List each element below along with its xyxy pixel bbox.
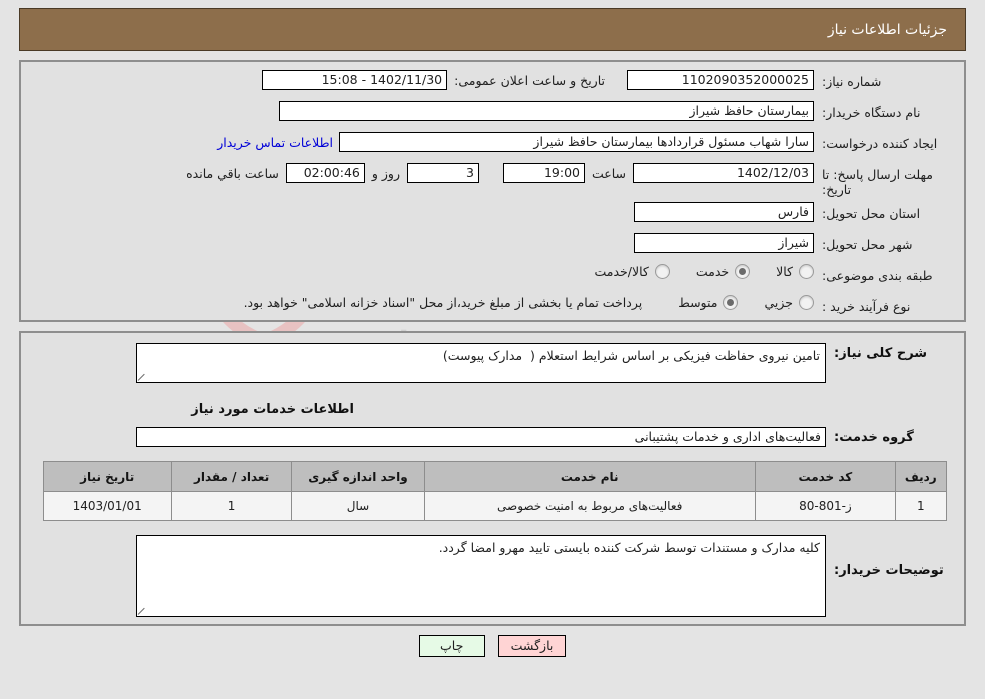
process-option-label: جزیي xyxy=(764,295,793,310)
creator-input[interactable] xyxy=(339,132,814,152)
process-option-label: متوسط xyxy=(678,295,718,310)
row-province: استان محل تحویل: xyxy=(31,202,954,228)
page-root: جزئیات اطلاعات نیاز شماره نیاز: تاریخ و … xyxy=(0,8,985,657)
cell-service-code: ز-801-80 xyxy=(754,491,897,521)
cell-unit: سال xyxy=(291,491,425,521)
services-section-title: اطلاعات خدمات مورد نیاز xyxy=(191,402,354,417)
th-unit: واحد اندازه گیری xyxy=(291,461,425,492)
need-info-panel: شماره نیاز: تاریخ و ساعت اعلان عمومی: نا… xyxy=(19,60,966,322)
province-label: استان محل تحویل: xyxy=(822,206,921,221)
cell-service-name: فعالیت‌های مربوط به امنیت خصوصی xyxy=(423,491,756,521)
category-radio-group: کالا خدمت کالا/خدمت xyxy=(568,264,814,279)
category-radio-khedmat[interactable]: خدمت xyxy=(695,264,751,279)
process-radio-jozei[interactable]: جزیي xyxy=(764,295,814,310)
buyer-contact-link[interactable]: اطلاعات تماس خریدار xyxy=(211,135,339,150)
th-radif: ردیف xyxy=(895,461,947,492)
buyer-remarks-label: توضیحات خریدار: xyxy=(834,563,944,578)
purchase-process-radio-group: جزیي متوسط xyxy=(652,295,814,310)
table-header-row: ردیف کد خدمت نام خدمت واحد اندازه گیری ت… xyxy=(42,461,947,492)
service-group-input[interactable] xyxy=(136,427,826,447)
summary-field-wrap: تامین نیروی حفاظت فیزیکی بر اساس شرایط ا… xyxy=(136,343,826,386)
th-service-code: کد خدمت xyxy=(754,461,897,492)
radio-selected-icon[interactable] xyxy=(735,264,751,279)
summary-label: شرح کلی نیاز: xyxy=(834,346,928,361)
category-radio-kala-khedmat[interactable]: کالا/خدمت xyxy=(594,264,670,279)
back-button[interactable]: بازگشت xyxy=(497,635,567,657)
row-summary: شرح کلی نیاز: تامین نیروی حفاظت فیزیکی ب… xyxy=(31,343,954,386)
deadline-label: مهلت ارسال پاسخ: تا تاریخ: xyxy=(822,167,933,197)
row-purchase-process: نوع فرآیند خرید : جزیي متوسط پرداخت تمام… xyxy=(31,295,954,321)
remaining-days-label: روز و xyxy=(371,165,400,181)
radio-selected-icon[interactable] xyxy=(723,295,739,310)
buyer-remarks-field-wrap: کلیه مدارک و مستندات توسط شرکت کننده بای… xyxy=(136,535,826,620)
row-buyer-remarks: توضیحات خریدار: کلیه مدارک و مستندات توس… xyxy=(31,535,954,620)
buyer-remarks-textarea[interactable]: کلیه مدارک و مستندات توسط شرکت کننده بای… xyxy=(136,535,826,617)
category-option-label: کالا/خدمت xyxy=(594,264,649,279)
items-table-wrap: ردیف کد خدمت نام خدمت واحد اندازه گیری ت… xyxy=(35,461,954,521)
category-option-label: خدمت xyxy=(695,264,730,279)
radio-icon[interactable] xyxy=(799,295,814,310)
row-service-group: گروه خدمت: xyxy=(31,427,954,447)
cell-quantity: 1 xyxy=(170,491,293,521)
purchase-process-label: نوع فرآیند خرید : xyxy=(822,299,911,314)
need-details-panel: شرح کلی نیاز: تامین نیروی حفاظت فیزیکی ب… xyxy=(19,331,966,626)
category-label: طبقه بندی موضوعی: xyxy=(822,268,933,283)
th-service-name: نام خدمت xyxy=(423,461,756,492)
buyer-org-input[interactable] xyxy=(279,101,814,121)
city-input[interactable] xyxy=(634,233,814,253)
row-need-number: شماره نیاز: تاریخ و ساعت اعلان عمومی: xyxy=(31,70,954,96)
row-deadline: مهلت ارسال پاسخ: تا تاریخ: ساعت روز و سا… xyxy=(31,163,954,197)
category-option-label: کالا xyxy=(776,264,793,279)
province-input[interactable] xyxy=(634,202,814,222)
process-radio-motavaset[interactable]: متوسط xyxy=(678,295,739,310)
radio-icon[interactable] xyxy=(654,264,670,279)
th-quantity: تعداد / مقدار xyxy=(170,461,293,492)
items-table: ردیف کد خدمت نام خدمت واحد اندازه گیری ت… xyxy=(42,461,947,521)
th-need-date: تاریخ نیاز xyxy=(42,461,172,492)
need-number-label: شماره نیاز: xyxy=(822,74,882,89)
cell-need-date: 1403/01/01 xyxy=(42,491,172,521)
remaining-days-input[interactable] xyxy=(406,163,479,183)
countdown-input[interactable] xyxy=(285,163,365,183)
deadline-time-label: ساعت xyxy=(591,165,626,181)
countdown-label: ساعت باقي مانده xyxy=(186,165,279,181)
print-button[interactable]: چاپ xyxy=(418,635,485,657)
buyer-org-label: نام دستگاه خریدار: xyxy=(822,105,921,120)
purchase-process-note: پرداخت تمام یا بخشی از مبلغ خرید،از محل … xyxy=(243,295,643,310)
publish-datetime-input[interactable] xyxy=(262,70,448,90)
cell-radif: 1 xyxy=(895,491,947,521)
radio-icon[interactable] xyxy=(799,264,814,279)
footer-actions: بازگشت چاپ xyxy=(0,635,985,657)
row-creator: ایجاد کننده درخواست: اطلاعات تماس خریدار xyxy=(31,132,954,158)
service-group-label: گروه خدمت: xyxy=(834,430,914,445)
page-title: جزئیات اطلاعات نیاز xyxy=(827,21,947,38)
publish-datetime-label: تاریخ و ساعت اعلان عمومی: xyxy=(454,72,605,88)
creator-label: ایجاد کننده درخواست: xyxy=(822,136,938,151)
category-radio-kala[interactable]: کالا xyxy=(776,264,814,279)
city-label: شهر محل تحویل: xyxy=(822,237,913,252)
row-city: شهر محل تحویل: xyxy=(31,233,954,259)
deadline-date-input[interactable] xyxy=(633,163,814,183)
deadline-time-input[interactable] xyxy=(502,163,585,183)
need-number-input[interactable] xyxy=(627,70,814,90)
table-row: 1 ز-801-80 فعالیت‌های مربوط به امنیت خصو… xyxy=(42,491,947,521)
row-buyer-org: نام دستگاه خریدار: xyxy=(31,101,954,127)
summary-textarea[interactable]: تامین نیروی حفاظت فیزیکی بر اساس شرایط ا… xyxy=(136,343,826,383)
page-title-bar: جزئیات اطلاعات نیاز xyxy=(19,8,966,51)
row-category: طبقه بندی موضوعی: کالا خدمت کالا/خدمت xyxy=(31,264,954,290)
